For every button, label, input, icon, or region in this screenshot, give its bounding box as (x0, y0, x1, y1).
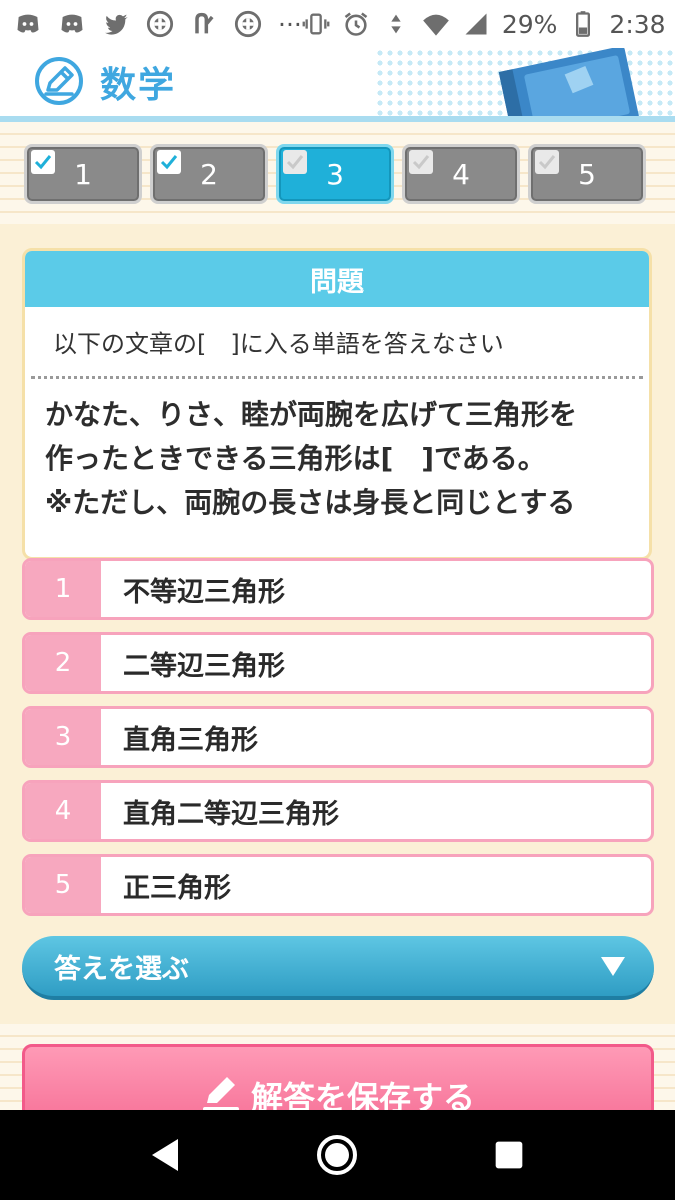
question-line: ※ただし、両腕の長さは身長と同じとする (45, 486, 576, 519)
option-number: 5 (25, 857, 101, 913)
option-label: 正三角形 (123, 872, 231, 904)
question-tabs: 1 2 3 4 5 (24, 144, 646, 204)
question-panel: 問題 以下の文章の[ ]に入る単語を答えなさい かなた、りさ、睦が両腕を広げて三… (0, 224, 675, 1024)
pencil-icon (32, 54, 86, 108)
pencil-icon (202, 1077, 239, 1110)
answer-option-4[interactable]: 4 直角二等辺三角形 (22, 780, 654, 842)
save-button-label: 解答を保存する (250, 1079, 475, 1110)
subject-title: 数学 (100, 65, 177, 106)
question-text: かなた、りさ、睦が両腕を広げて三角形を 作ったときできる三角形は[ ]である。 … (25, 379, 649, 525)
checkbox-checked-icon (157, 150, 181, 174)
tab-question-5[interactable]: 5 (528, 144, 646, 204)
discord-icon (58, 10, 86, 38)
wifi-icon (422, 10, 450, 38)
back-triangle-icon (151, 1139, 178, 1171)
alarm-icon (342, 10, 370, 38)
question-tabs-area: 1 2 3 4 5 (0, 122, 675, 224)
select-answer-label: 答えを選ぶ (54, 953, 189, 985)
option-label: 直角三角形 (123, 724, 258, 756)
recents-button[interactable] (479, 1125, 539, 1185)
back-button[interactable] (136, 1125, 196, 1185)
checkbox-unchecked-icon (283, 150, 307, 174)
cell-signal-icon (462, 10, 490, 38)
question-line: かなた、りさ、睦が両腕を広げて三角形を (45, 398, 578, 431)
tab-label: 3 (326, 157, 344, 191)
answer-option-5[interactable]: 5 正三角形 (22, 854, 654, 916)
status-bar: ··· 29% 2:38 (0, 0, 675, 48)
home-circle-icon (317, 1135, 358, 1175)
answer-option-1[interactable]: 1 不等辺三角形 (22, 558, 654, 620)
option-label: 直角二等辺三角形 (123, 798, 339, 830)
checkbox-checked-icon (31, 150, 55, 174)
subject-header: 数学 GF (0, 48, 675, 120)
battery-icon (569, 10, 597, 38)
more-notifications-ellipsis: ··· (278, 9, 302, 39)
answer-option-3[interactable]: 3 直角三角形 (22, 706, 654, 768)
option-label: 二等辺三角形 (123, 650, 285, 682)
question-card: 問題 以下の文章の[ ]に入る単語を答えなさい かなた、りさ、睦が両腕を広げて三… (22, 248, 652, 560)
dropdown-arrow-icon (601, 957, 625, 976)
answer-options: 1 不等辺三角形 2 二等辺三角形 3 直角三角形 4 直角二等辺三角形 5 正… (22, 558, 654, 928)
option-number: 4 (25, 783, 101, 839)
notification-n-icon (190, 10, 218, 38)
tab-label: 4 (452, 157, 470, 191)
tab-label: 5 (578, 157, 596, 191)
tab-label: 1 (74, 157, 92, 191)
save-area: 解答を保存する (0, 1024, 675, 1110)
clock-time: 2:38 (609, 9, 666, 39)
checkbox-unchecked-icon (535, 150, 559, 174)
battery-percent: 29% (501, 9, 558, 39)
tab-label: 2 (200, 157, 218, 191)
app-circle-icon (234, 10, 262, 38)
option-number: 2 (25, 635, 101, 691)
option-number: 3 (25, 709, 101, 765)
question-instruction: 以下の文章の[ ]に入る単語を答えなさい (31, 307, 643, 379)
question-line: 作ったときできる三角形は[ ]である。 (45, 442, 546, 475)
recents-square-icon (495, 1141, 523, 1169)
tab-question-4[interactable]: 4 (402, 144, 520, 204)
tab-question-2[interactable]: 2 (150, 144, 268, 204)
android-nav-bar (0, 1110, 675, 1200)
discord-icon (14, 10, 42, 38)
home-button[interactable] (307, 1125, 367, 1185)
question-heading: 問題 (25, 251, 649, 307)
checkbox-unchecked-icon (409, 150, 433, 174)
option-number: 1 (25, 561, 101, 617)
select-answer-dropdown[interactable]: 答えを選ぶ (22, 936, 654, 1000)
tab-question-1[interactable]: 1 (24, 144, 142, 204)
save-answer-button[interactable]: 解答を保存する (22, 1044, 654, 1110)
option-label: 不等辺三角形 (123, 576, 285, 608)
answer-option-2[interactable]: 2 二等辺三角形 (22, 632, 654, 694)
data-transfer-icon (382, 10, 410, 38)
app-circle-icon (146, 10, 174, 38)
twitter-icon (102, 10, 130, 38)
vibrate-icon (302, 10, 330, 38)
tab-question-3[interactable]: 3 (276, 144, 394, 204)
